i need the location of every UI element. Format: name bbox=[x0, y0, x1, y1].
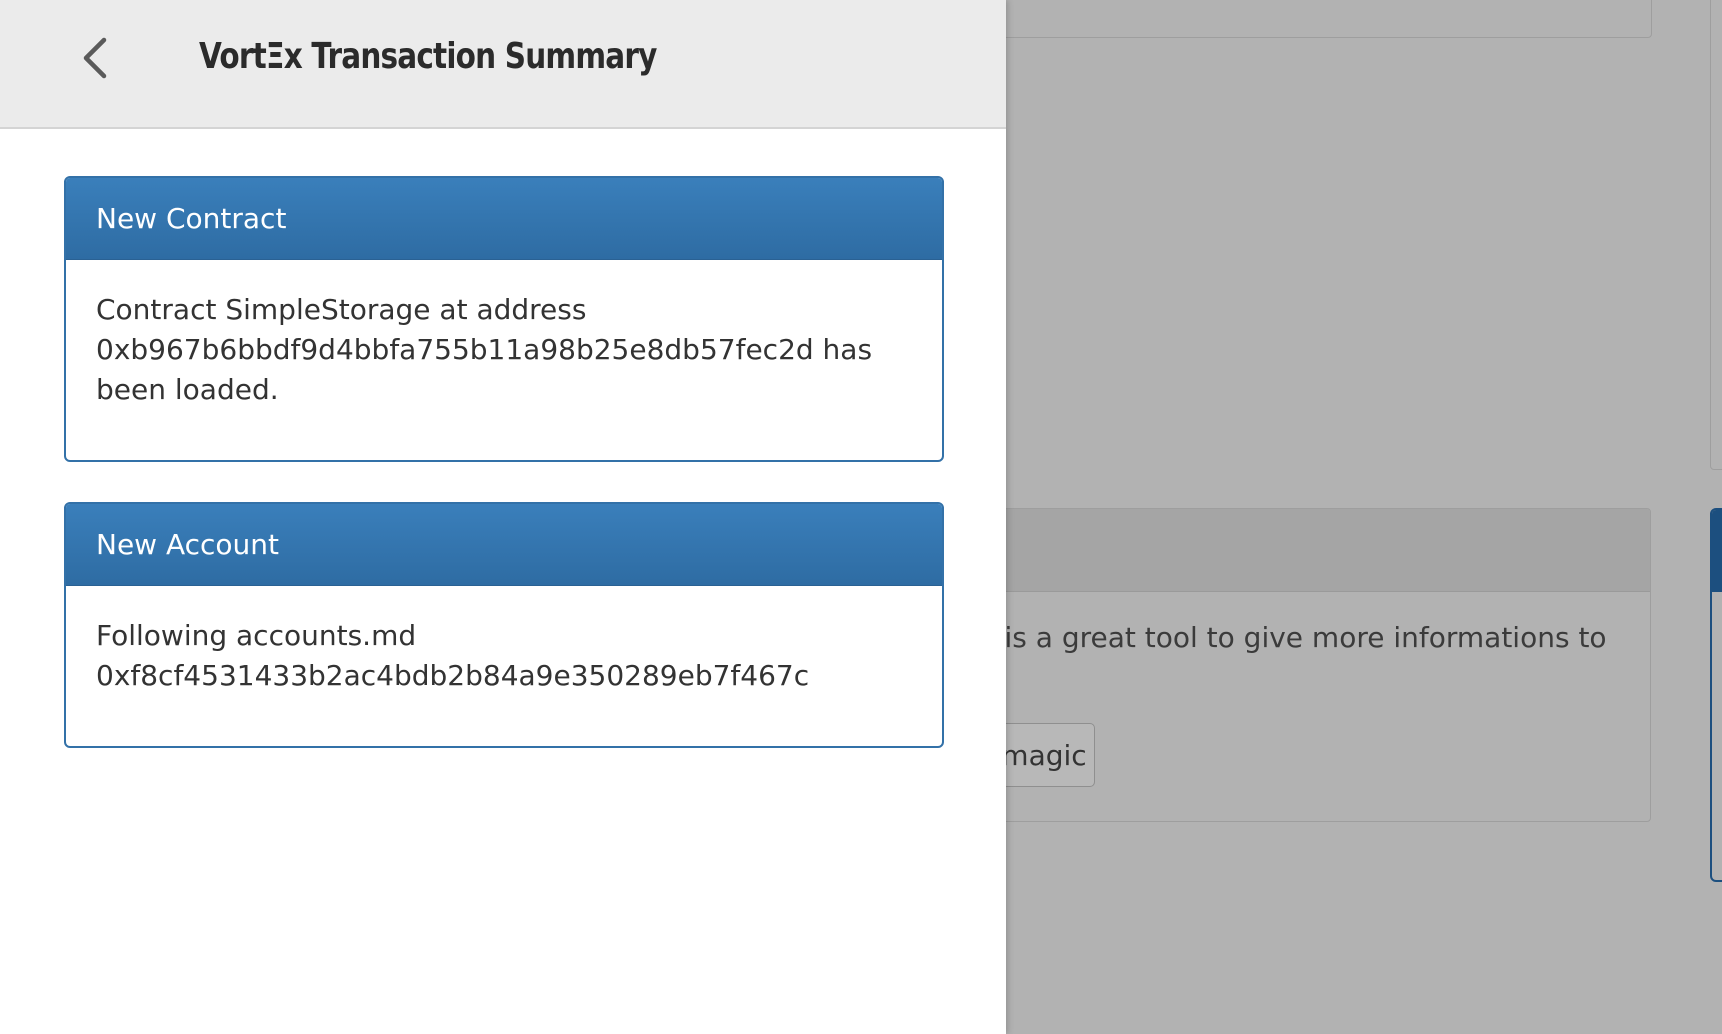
transaction-summary-drawer: VortΞx Transaction Summary New Contract … bbox=[0, 0, 1006, 1034]
new-account-card: New Account Following accounts.md 0xf8cf… bbox=[64, 502, 944, 748]
contract-message: Contract SimpleStorage at address 0xb967… bbox=[96, 293, 873, 406]
card-heading: New Contract bbox=[66, 178, 942, 260]
chevron-left-icon bbox=[83, 37, 107, 79]
back-button[interactable] bbox=[66, 30, 122, 86]
account-label: Following accounts.md bbox=[96, 619, 417, 652]
background-right-blue-panel-edge bbox=[1710, 508, 1722, 882]
background-panel: s is a great tool to give more informati… bbox=[980, 508, 1651, 822]
account-address: 0xf8cf4531433b2ac4bdb2b84a9e350289eb7f46… bbox=[96, 659, 810, 692]
background-panel-heading bbox=[981, 509, 1650, 592]
new-contract-card: New Contract Contract SimpleStorage at a… bbox=[64, 176, 944, 462]
background-top-panel bbox=[990, 0, 1652, 38]
drawer-header: VortΞx Transaction Summary bbox=[0, 0, 1006, 129]
card-body: Following accounts.md 0xf8cf4531433b2ac4… bbox=[66, 586, 942, 696]
card-body: Contract SimpleStorage at address 0xb967… bbox=[66, 260, 942, 410]
background-panel-text: s is a great tool to give more informati… bbox=[981, 621, 1607, 654]
drawer-title: VortΞx Transaction Summary bbox=[199, 36, 657, 77]
card-heading: New Account bbox=[66, 504, 942, 586]
background-right-panel-edge bbox=[1710, 0, 1722, 470]
screen: s is a great tool to give more informati… bbox=[0, 0, 1722, 1034]
